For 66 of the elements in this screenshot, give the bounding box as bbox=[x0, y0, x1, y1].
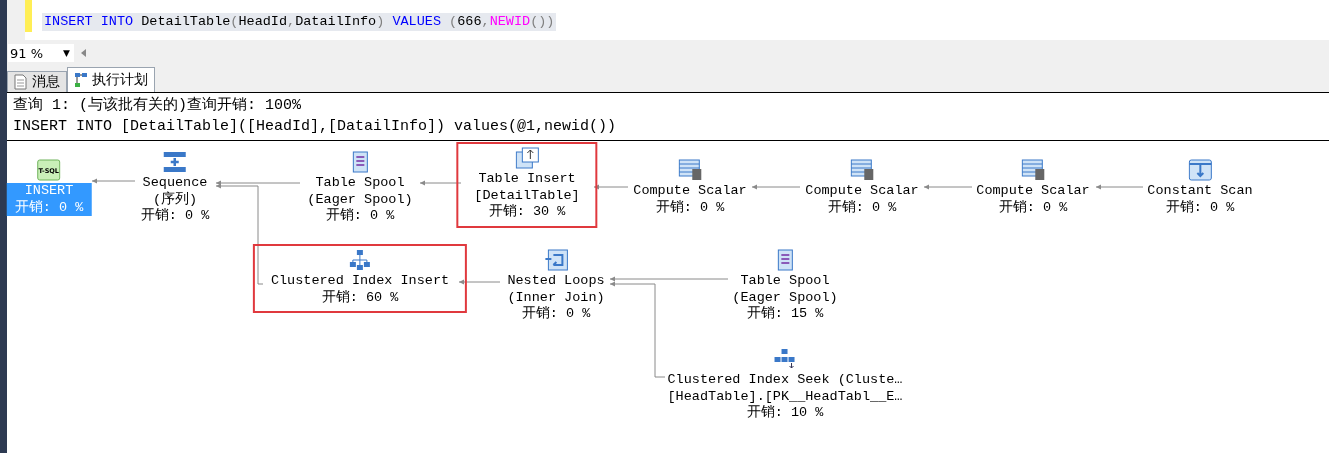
operator-cost: 开销: 0 % bbox=[1165, 199, 1235, 216]
plan-node[interactable]: Table Insert [DetailTable] 开销: 30 % bbox=[456, 142, 598, 228]
operator-name: Table Insert bbox=[478, 171, 576, 188]
plan-node[interactable]: Compute Scalar 开销: 0 % bbox=[958, 154, 1108, 223]
plan-node[interactable]: Clustered Index Seek (Cluste… [HeadTable].[PK__HeadTabl__E… 开销: 10 % bbox=[649, 343, 921, 429]
operator-detail: (Inner Join) bbox=[507, 289, 605, 306]
operator-cost: 开销: 0 % bbox=[827, 199, 897, 216]
operator-name: INSERT bbox=[24, 183, 74, 200]
plan-node[interactable]: Constant Scan 开销: 0 % bbox=[1129, 154, 1271, 223]
operator-name: Constant Scan bbox=[1147, 183, 1253, 200]
loop-icon bbox=[544, 249, 568, 271]
operator-detail: (序列) bbox=[152, 191, 198, 208]
constant-scan-icon bbox=[1188, 159, 1212, 181]
operator-cost: 开销: 0 % bbox=[325, 208, 395, 225]
table-insert-icon bbox=[515, 147, 539, 169]
sequence-icon bbox=[163, 151, 187, 173]
query-cost-header: 查询 1: (与该批有关的)查询开销: 100% bbox=[13, 95, 303, 116]
operator-cost: 开销: 0 % bbox=[140, 208, 210, 225]
statement-text: INSERT INTO [DetailTable]([HeadId],[DatailInfo]) values(@1,newid()) bbox=[13, 117, 618, 137]
plan-node[interactable]: Compute Scalar 开销: 0 % bbox=[615, 154, 765, 223]
operator-name: Table Spool bbox=[315, 175, 405, 192]
connector-arrow bbox=[419, 180, 462, 186]
operator-name: Clustered Index Seek (Cluste… bbox=[667, 372, 903, 389]
operator-detail: (Eager Spool) bbox=[307, 191, 413, 208]
calculator-table-icon bbox=[850, 159, 874, 181]
plan-node[interactable]: Compute Scalar 开销: 0 % bbox=[787, 154, 937, 223]
operator-name: Compute Scalar bbox=[976, 183, 1090, 200]
change-marker bbox=[25, 0, 32, 32]
plan-node[interactable]: Table Spool (Eager Spool) 开销: 0 % bbox=[289, 146, 431, 232]
operator-detail: (Eager Spool) bbox=[732, 289, 838, 306]
operator-cost: 开销: 60 % bbox=[321, 289, 399, 306]
calculator-table-icon bbox=[678, 159, 702, 181]
hierarchy-icon bbox=[348, 249, 372, 271]
operator-name: Clustered Index Insert bbox=[270, 273, 450, 290]
operator-name: Table Spool bbox=[740, 273, 830, 290]
operator-cost: 开销: 0 % bbox=[655, 199, 725, 216]
calculator-table-icon bbox=[1021, 159, 1045, 181]
operator-cost: 开销: 30 % bbox=[488, 204, 566, 221]
operator-detail: [DetailTable] bbox=[474, 187, 580, 204]
connector-arrow bbox=[751, 184, 801, 190]
plan-node[interactable]: Clustered Index Insert 开销: 60 % bbox=[252, 244, 468, 313]
zoom-dropdown[interactable]: 91 % ▼ bbox=[7, 43, 75, 63]
operator-cost: 开销: 15 % bbox=[746, 306, 824, 323]
operator-name: Nested Loops bbox=[507, 273, 605, 290]
connector-arrow bbox=[593, 184, 629, 190]
operator-name: Sequence bbox=[142, 175, 208, 191]
results-tab[interactable]: 执行计划 bbox=[67, 67, 155, 92]
results-tab[interactable]: 消息 bbox=[7, 71, 67, 92]
hierarchy-seek-icon bbox=[773, 348, 797, 370]
operator-cost: 开销: 0 % bbox=[521, 306, 591, 323]
plan-icon bbox=[74, 72, 88, 88]
connector-arrow bbox=[458, 279, 501, 285]
operator-detail: [HeadTable].[PK__HeadTabl__E… bbox=[667, 388, 903, 405]
operator-cost: 开销: 0 % bbox=[14, 199, 84, 216]
plan-node[interactable]: Table Spool (Eager Spool) 开销: 15 % bbox=[714, 244, 856, 330]
plan-node[interactable]: Nested Loops (Inner Join) 开销: 0 % bbox=[489, 244, 623, 330]
operator-name: Compute Scalar bbox=[805, 183, 919, 200]
connector-arrow bbox=[91, 178, 136, 184]
scroll-left-icon[interactable] bbox=[81, 49, 87, 57]
plan-node[interactable]: Sequence (序列) 开销: 0 % bbox=[122, 146, 228, 232]
operator-cost: 开销: 10 % bbox=[746, 405, 824, 422]
connector-arrow bbox=[1095, 184, 1144, 190]
operator-cost: 开销: 0 % bbox=[998, 199, 1068, 216]
document-icon bbox=[14, 74, 28, 90]
operator-name: Compute Scalar bbox=[633, 183, 747, 200]
connector-arrow bbox=[923, 184, 973, 190]
